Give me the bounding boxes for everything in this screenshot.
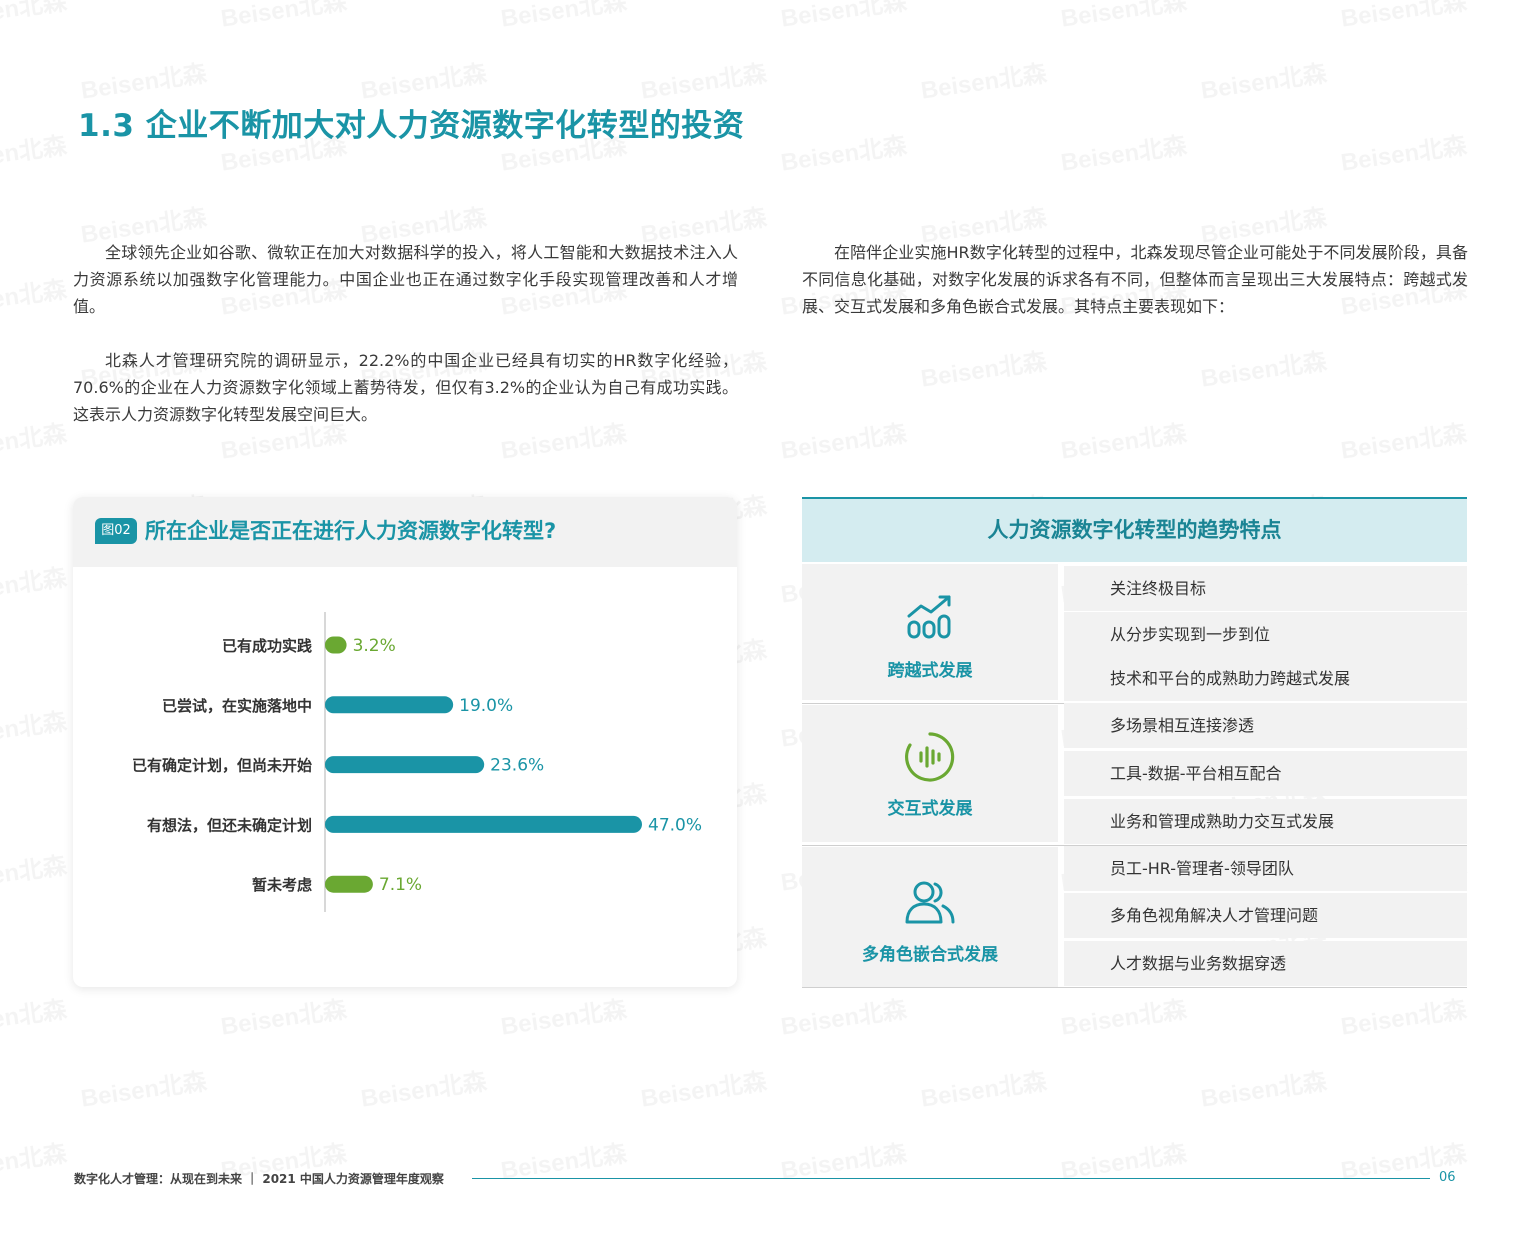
trend-item: 业务和管理成熟助力交互式发展 (1064, 799, 1467, 844)
watermark-text: Beisen北森 (1338, 0, 1468, 34)
trend-item: 员工-HR-管理者-领导团队 (1064, 846, 1467, 891)
group-label-3: 多角色嵌合式发展 (862, 945, 998, 965)
watermark-text: Beisen北森 (1198, 53, 1328, 105)
watermark-text: Beisen北森 (778, 413, 908, 465)
watermark-text: Beisen北森 (0, 989, 69, 1041)
paragraph-left-2: 北森人才管理研究院的调研显示，22.2%的中国企业已经具有切实的HR数字化经验，… (73, 351, 738, 424)
trend-item: 工具-数据-平台相互配合 (1064, 751, 1467, 796)
chart-card: 图02 所在企业是否正在进行人力资源数字化转型? 已有成功实践 3.2% 已尝试，在… (73, 497, 737, 987)
group-panel-1: 跨越式发展 (802, 564, 1058, 700)
watermark-text: Beisen北森 (1198, 1061, 1328, 1113)
users-icon (905, 881, 955, 924)
section-title: 1.3 企业不断加大对人力资源数字化转型的投资 (78, 108, 745, 144)
footer-text: 数字化人才管理：从现在到未来 ｜ 2021 中国人力资源管理年度观察 (74, 1172, 444, 1186)
trend-item: 多场景相互连接渗透 (1064, 703, 1467, 748)
sound-wave-icon (905, 732, 955, 782)
category-label: 已尝试，在实施落地中 (162, 697, 312, 715)
trend-item: 从分步实现到一步到位 (1064, 612, 1467, 657)
watermark-text: Beisen北森 (78, 53, 208, 105)
group-label-1: 跨越式发展 (887, 661, 973, 681)
group-panel-3: 多角色嵌合式发展 (802, 847, 1058, 987)
watermark-text: Beisen北森 (78, 1061, 208, 1113)
watermark-text: Beisen北森 (918, 1061, 1048, 1113)
value-label: 7.1% (379, 875, 422, 895)
watermark-text: Beisen北森 (218, 989, 348, 1041)
watermark-text: Beisen北森 (0, 1133, 69, 1185)
category-label: 暂未考虑 (252, 876, 312, 894)
watermark-text: Beisen北森 (218, 0, 348, 34)
figure-badge: 图02 (95, 518, 137, 544)
bar (325, 756, 485, 774)
watermark-text: Beisen北森 (358, 1061, 488, 1113)
watermark-text: Beisen北森 (918, 341, 1048, 393)
watermark-text: Beisen北森 (1338, 413, 1468, 465)
value-label: 19.0% (459, 696, 513, 716)
paragraph-left-1: 全球领先企业如谷歌、微软正在加大对数据科学的投入，将人工智能和大数据技术注入人力… (73, 243, 738, 316)
footer-rule (472, 1178, 1430, 1179)
category-label: 已有成功实践 (222, 637, 312, 655)
bar (325, 696, 454, 714)
trend-header: 人力资源数字化转型的趋势特点 (802, 497, 1467, 562)
page-number: 06 (1439, 1170, 1456, 1185)
watermark-text: Beisen北森 (0, 701, 69, 753)
group-label-2: 交互式发展 (887, 799, 973, 819)
trend-item: 人才数据与业务数据穿透 (1064, 941, 1467, 986)
watermark-text: Beisen北森 (778, 989, 908, 1041)
bar (325, 875, 373, 893)
watermark-text: Beisen北森 (778, 125, 908, 177)
trend-item: 技术和平台的成熟助力跨越式发展 (1064, 656, 1467, 701)
chart-title: 所在企业是否正在进行人力资源数字化转型? (145, 519, 557, 543)
watermark-text: Beisen北森 (498, 989, 628, 1041)
trend-item: 关注终极目标 (1064, 566, 1467, 611)
bar (325, 815, 642, 833)
trend-item: 多角色视角解决人才管理问题 (1064, 893, 1467, 938)
watermark-text: Beisen北森 (1058, 125, 1188, 177)
watermark-text: Beisen北森 (0, 557, 69, 609)
watermark-text: Beisen北森 (0, 125, 69, 177)
watermark-text: Beisen北森 (638, 53, 768, 105)
watermark-text: Beisen北森 (0, 845, 69, 897)
value-label: 47.0% (648, 815, 702, 835)
bar (325, 636, 347, 654)
watermark-text: Beisen北森 (0, 0, 69, 34)
watermark-text: Beisen北森 (1338, 125, 1468, 177)
watermark-text: Beisen北森 (1198, 341, 1328, 393)
watermark-text: Beisen北森 (0, 413, 69, 465)
bar-chart: 已有成功实践 3.2% 已尝试，在实施落地中 19.0% 已有确定计划，但尚未开始 23.… (132, 612, 702, 912)
growth-chart-icon (907, 595, 951, 639)
trend-table: 人力资源数字化转型的趋势特点 跨越式发展 关注终极目标 从分步实现到一步到位 技… (802, 497, 1467, 988)
paragraph-right-1: 在陪伴企业实施HR数字化转型的过程中，北森发现尽管企业可能处于不同发展阶段，具备… (802, 243, 1468, 316)
watermark-text: Beisen北森 (358, 53, 488, 105)
table-bottom-border (802, 987, 1467, 988)
category-label: 有想法，但还未确定计划 (147, 816, 312, 834)
chart-header: 图02 所在企业是否正在进行人力资源数字化转型? (73, 497, 737, 567)
watermark-text: Beisen北森 (1058, 413, 1188, 465)
watermark-text: Beisen北森 (918, 53, 1048, 105)
watermark-text: Beisen北森 (1058, 0, 1188, 34)
watermark-text: Beisen北森 (498, 0, 628, 34)
watermark-text: Beisen北森 (638, 1061, 768, 1113)
watermark-text: Beisen北森 (0, 269, 69, 321)
category-label: 已有确定计划，但尚未开始 (132, 757, 312, 775)
group-panel-2: 交互式发展 (802, 705, 1058, 842)
watermark-text: Beisen北森 (778, 0, 908, 34)
value-label: 23.6% (490, 756, 544, 776)
value-label: 3.2% (353, 636, 396, 656)
watermark-text: Beisen北森 (1058, 989, 1188, 1041)
watermark-text: Beisen北森 (1338, 989, 1468, 1041)
